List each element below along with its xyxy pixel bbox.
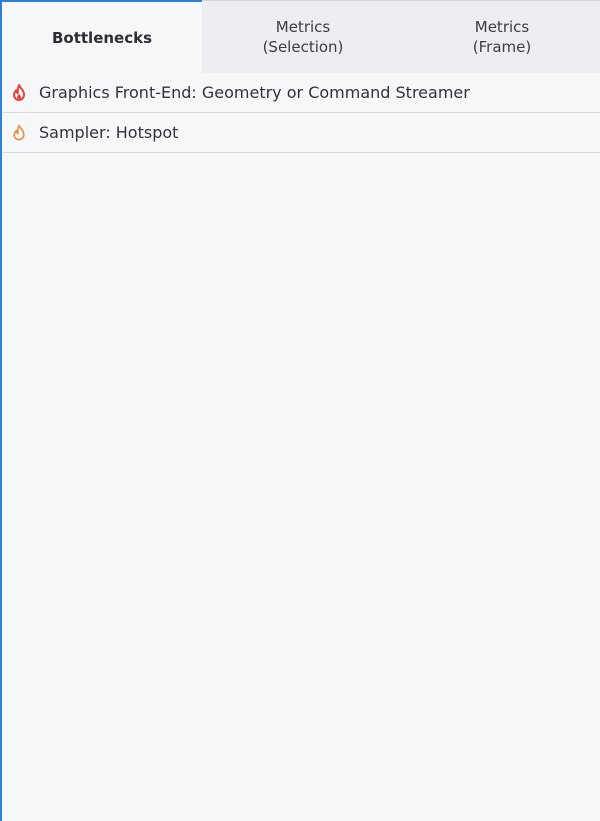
tab-bottlenecks[interactable]: Bottlenecks: [2, 0, 202, 74]
tab-label: Metrics (Selection): [262, 18, 344, 56]
tab-metrics-selection[interactable]: Metrics (Selection): [202, 1, 404, 73]
tab-label: Metrics (Frame): [472, 18, 532, 56]
list-item[interactable]: Graphics Front-End: Geometry or Command …: [2, 73, 600, 113]
tab-metrics-frame[interactable]: Metrics (Frame): [404, 1, 600, 73]
flame-filled-icon: [11, 84, 27, 102]
bottleneck-list: Graphics Front-End: Geometry or Command …: [2, 73, 600, 153]
list-item-label: Sampler: Hotspot: [39, 123, 179, 142]
list-item[interactable]: Sampler: Hotspot: [2, 113, 600, 153]
tab-bar: Bottlenecks Metrics (Selection) Metrics …: [2, 0, 600, 74]
flame-outline-icon: [11, 124, 27, 142]
list-item-label: Graphics Front-End: Geometry or Command …: [39, 83, 470, 102]
bottlenecks-panel: Bottlenecks Metrics (Selection) Metrics …: [0, 0, 600, 821]
tab-label: Bottlenecks: [51, 29, 153, 47]
